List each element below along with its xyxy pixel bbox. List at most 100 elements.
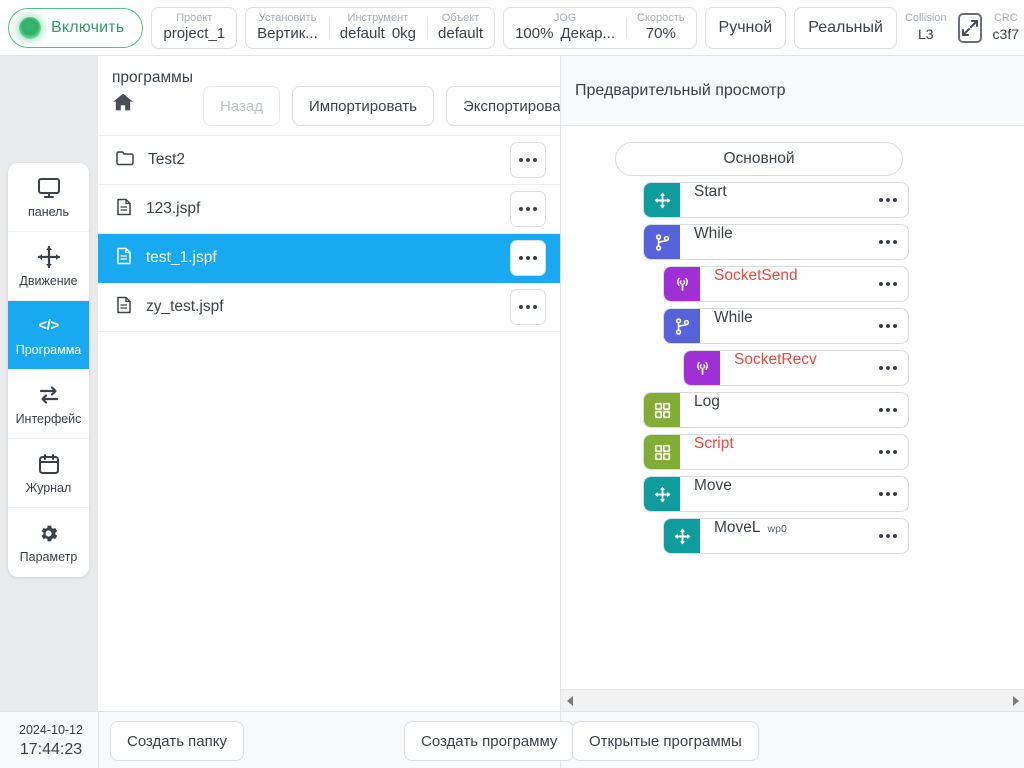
program-block-label: Script (694, 435, 734, 452)
program-block-label: While (714, 309, 753, 326)
page-title: программы (112, 69, 193, 86)
program-block-label: Start (694, 183, 727, 200)
create-program-button[interactable]: Создать программу (404, 721, 575, 761)
clock-time: 17:44:23 (19, 741, 83, 758)
jog-value: 100% (515, 25, 554, 42)
collision-caption: Collision (904, 12, 947, 24)
row-menu-button[interactable] (510, 240, 546, 276)
install-tool-object-pill[interactable]: Установить Вертик... Инструмент default … (245, 6, 496, 49)
program-block-menu-button[interactable] (868, 225, 908, 259)
sidebar-item-parameter[interactable]: Параметр (8, 508, 89, 577)
sidebar-item-panel[interactable]: панель (8, 163, 89, 232)
list-item-selected[interactable]: test_1.jspf (98, 234, 560, 283)
program-block-while[interactable]: While (643, 224, 909, 260)
program-tree: Основной Start While SocketSend While Socket… (561, 126, 1024, 691)
program-block-menu-button[interactable] (868, 351, 908, 385)
speed-caption: Скорость (637, 12, 685, 24)
program-block-menu-button[interactable] (868, 309, 908, 343)
jog-mode: Декар... (560, 25, 616, 42)
app-root: Включить Проект project_1 Установить Вер… (0, 0, 1024, 768)
install-segment[interactable]: Установить Вертик... (246, 8, 329, 48)
scrollbar-track[interactable] (579, 694, 1007, 708)
breadcrumb: программы (112, 66, 193, 117)
row-menu-button[interactable] (510, 191, 546, 227)
sidebar-item-interface[interactable]: Интерфейс (8, 370, 89, 439)
program-block-socketrecv[interactable]: SocketRecv (683, 350, 909, 386)
tool-segment[interactable]: Инструмент default 0kg (328, 8, 427, 48)
sidebar-label-interface: Интерфейс (15, 411, 82, 426)
collision-indicator[interactable]: Collision L3 (905, 12, 947, 43)
tool-value: default (339, 25, 385, 42)
list-item[interactable]: 123.jspf (98, 185, 560, 234)
program-block-menu-button[interactable] (868, 435, 908, 469)
file-name: Test2 (148, 151, 186, 168)
move-arrows-icon (664, 519, 700, 553)
project-segment[interactable]: Проект project_1 (152, 8, 236, 48)
project-value: project_1 (163, 25, 226, 42)
antenna-icon (684, 351, 720, 385)
file-icon (116, 296, 132, 319)
code-icon: </> (38, 317, 59, 334)
top-toolbar: Включить Проект project_1 Установить Вер… (0, 0, 1024, 56)
program-block-menu-button[interactable] (868, 519, 908, 553)
tool-caption: Инструмент (347, 12, 409, 24)
move-arrows-icon (37, 245, 61, 269)
horizontal-scrollbar[interactable] (561, 689, 1024, 711)
scroll-left-icon[interactable] (561, 695, 579, 707)
list-item[interactable]: zy_test.jspf (98, 283, 560, 332)
power-status-indicator (19, 16, 41, 39)
install-caption: Установить (258, 12, 317, 24)
jog-speed-pill[interactable]: JOG 100% Декар... Скорость 70% (503, 6, 697, 49)
sidebar-item-motion[interactable]: Движение (8, 232, 89, 301)
antenna-icon (664, 267, 700, 301)
program-block-label: Move (694, 477, 732, 494)
program-block-menu-button[interactable] (868, 393, 908, 427)
program-block-script[interactable]: Script (643, 434, 909, 470)
left-sidebar: панель Движение </> Программа Интерфейс … (8, 163, 89, 577)
object-value: default (438, 25, 484, 42)
program-block-log[interactable]: Log (643, 392, 909, 428)
program-preview-panel: Предварительный просмотр Основной Start W… (560, 56, 1024, 711)
program-block-while[interactable]: While (663, 308, 909, 344)
row-menu-button[interactable] (510, 289, 546, 325)
speed-segment[interactable]: Скорость 70% (626, 8, 696, 48)
object-caption: Объект (441, 12, 480, 24)
open-programs-button[interactable]: Открытые программы (572, 721, 759, 761)
import-button[interactable]: Импортировать (291, 86, 434, 126)
monitor-icon (37, 176, 61, 200)
program-block-menu-button[interactable] (868, 267, 908, 301)
tree-node-list: Start While SocketSend While SocketRecv Log Sc… (561, 182, 1024, 554)
sidebar-item-program[interactable]: </> Программа (8, 301, 89, 370)
program-block-start[interactable]: Start (643, 182, 909, 218)
project-caption: Проект (176, 12, 213, 24)
jog-segment[interactable]: JOG 100% Декар... (504, 8, 626, 48)
bottom-bar: 2024-10-12 17:44:23 Создать папку Создат… (0, 711, 1024, 768)
project-pill[interactable]: Проект project_1 (151, 6, 238, 49)
expand-icon[interactable] (957, 12, 982, 43)
real-mode-button[interactable]: Реальный (794, 6, 897, 49)
folder-icon (116, 150, 134, 171)
create-folder-button[interactable]: Создать папку (110, 721, 244, 761)
object-segment[interactable]: Объект default (427, 8, 494, 48)
move-arrows-icon (644, 183, 680, 217)
program-block-socketsend[interactable]: SocketSend (663, 266, 909, 302)
power-enable-label: Включить (51, 18, 125, 36)
home-icon[interactable] (112, 92, 193, 117)
sidebar-label-program: Программа (15, 342, 82, 357)
manual-mode-button[interactable]: Ручной (704, 6, 787, 49)
bottom-divider-left (98, 712, 99, 768)
program-block-move[interactable]: Move (643, 476, 909, 512)
sidebar-item-journal[interactable]: Журнал (8, 439, 89, 508)
power-enable-button[interactable]: Включить (8, 7, 144, 48)
tool-payload: 0kg (391, 25, 417, 42)
sidebar-label-motion: Движение (19, 273, 78, 288)
program-block-menu-button[interactable] (868, 183, 908, 217)
scroll-right-icon[interactable] (1007, 695, 1024, 707)
tree-root-node[interactable]: Основной (615, 142, 903, 176)
program-block-movel[interactable]: MoveL wp0 (663, 518, 909, 554)
clock-date: 2024-10-12 (19, 723, 83, 737)
back-button[interactable]: Назад (202, 86, 280, 126)
list-item[interactable]: Test2 (98, 136, 560, 185)
program-block-menu-button[interactable] (868, 477, 908, 511)
row-menu-button[interactable] (510, 142, 546, 178)
